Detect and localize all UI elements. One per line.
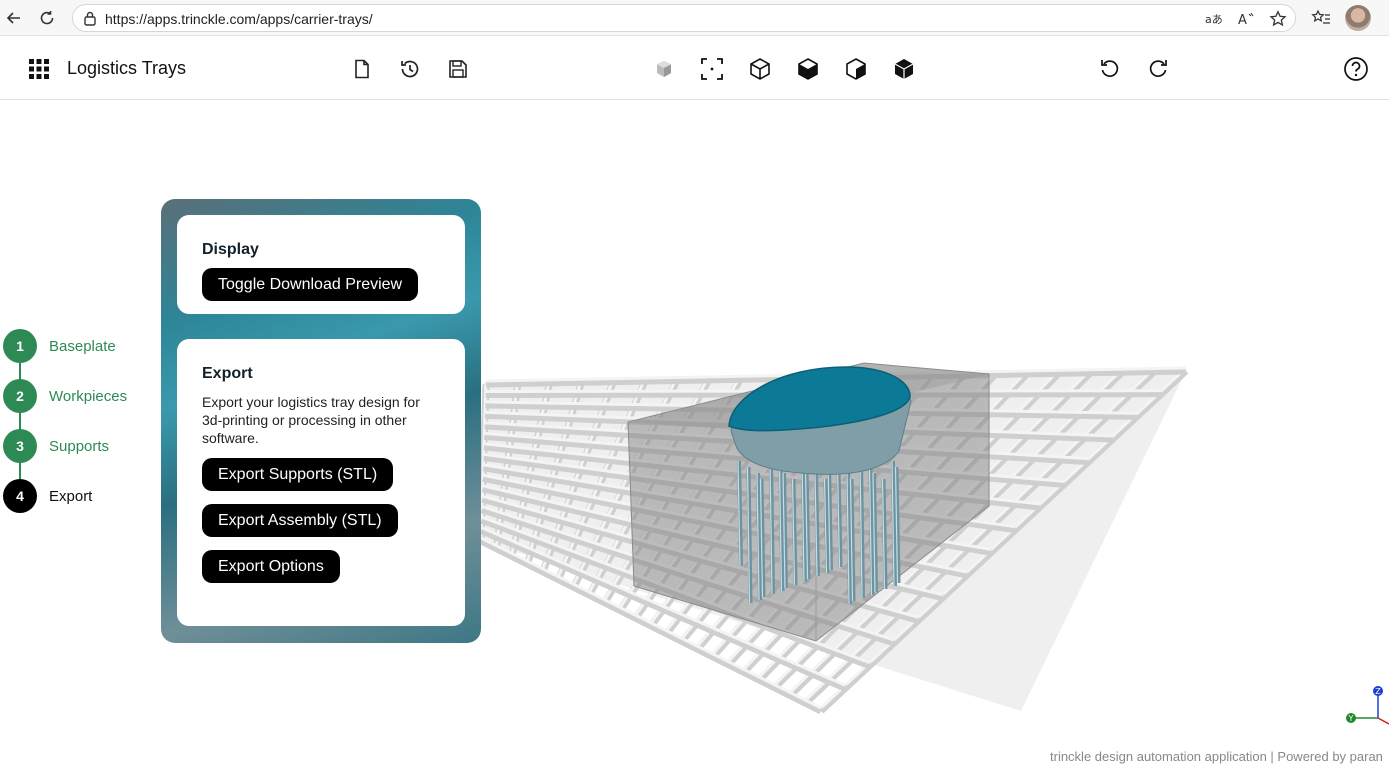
- cube-front-view-icon[interactable]: [794, 55, 822, 83]
- undo-icon[interactable]: [1096, 55, 1124, 83]
- export-supports-button[interactable]: Export Supports (STL): [202, 458, 394, 491]
- step-number: 3: [3, 429, 37, 463]
- step-number: 1: [3, 329, 37, 363]
- export-description: Export your logistics tray design for 3d…: [202, 394, 420, 446]
- address-bar[interactable]: https://apps.trinckle.com/apps/carrier-t…: [72, 4, 1296, 32]
- step-baseplate[interactable]: 1 Baseplate: [3, 329, 116, 363]
- url-text: https://apps.trinckle.com/apps/carrier-t…: [105, 11, 373, 27]
- lock-icon: [83, 11, 97, 31]
- cube-side-view-icon[interactable]: [842, 55, 870, 83]
- favorites-list-icon[interactable]: [1309, 6, 1333, 30]
- step-supports[interactable]: 3 Supports: [3, 429, 109, 463]
- back-icon[interactable]: [2, 6, 26, 30]
- footer-credit: trinckle design automation application |…: [1050, 749, 1383, 764]
- save-icon[interactable]: [444, 55, 472, 83]
- new-file-icon[interactable]: [348, 55, 376, 83]
- step-label: Baseplate: [49, 337, 116, 355]
- display-card-title: Display: [202, 241, 259, 258]
- refresh-icon[interactable]: [35, 6, 59, 30]
- step-label: Supports: [49, 437, 110, 455]
- step-number: 4: [3, 479, 37, 513]
- step-number: 2: [3, 379, 37, 413]
- step-label: Workpieces: [49, 387, 128, 405]
- display-card: Display Toggle Download Preview: [177, 215, 465, 314]
- read-aloud-icon[interactable]: A: [1235, 8, 1257, 30]
- export-card: Export Export your logistics tray design…: [177, 339, 465, 626]
- export-assembly-button[interactable]: Export Assembly (STL): [202, 504, 398, 537]
- export-panel: Display Toggle Download Preview Export E…: [161, 199, 481, 643]
- svg-text:A: A: [1238, 13, 1247, 26]
- translate-icon[interactable]: aあ: [1203, 8, 1225, 30]
- app-header: Logistics Trays: [0, 37, 1389, 100]
- z-axis-label: Z: [1375, 687, 1381, 696]
- step-export[interactable]: 4 Export: [3, 479, 92, 513]
- favorite-star-icon[interactable]: [1267, 8, 1289, 30]
- y-axis-label: Y: [1348, 714, 1354, 723]
- 3d-viewport[interactable]: [477, 101, 1389, 741]
- export-card-title: Export: [202, 365, 253, 382]
- browser-toolbar: https://apps.trinckle.com/apps/carrier-t…: [0, 0, 1389, 36]
- shaded-view-icon[interactable]: [650, 55, 678, 83]
- profile-avatar[interactable]: [1345, 5, 1371, 31]
- step-label: Export: [49, 487, 93, 505]
- help-icon[interactable]: [1342, 55, 1370, 83]
- page-title: Logistics Trays: [67, 58, 187, 78]
- redo-icon[interactable]: [1144, 55, 1172, 83]
- axis-gizmo: Z Y: [1346, 686, 1389, 725]
- fit-view-icon[interactable]: [698, 55, 726, 83]
- history-icon[interactable]: [396, 55, 424, 83]
- step-workpieces[interactable]: 2 Workpieces: [3, 379, 127, 413]
- cube-view-icon[interactable]: [746, 55, 774, 83]
- cube-top-view-icon[interactable]: [890, 55, 918, 83]
- tray-3d-scene[interactable]: [477, 101, 1389, 741]
- svg-text:aあ: aあ: [1205, 13, 1223, 26]
- toggle-download-preview-button[interactable]: Toggle Download Preview: [202, 268, 419, 301]
- apps-grid-icon[interactable]: [25, 55, 53, 83]
- export-options-button[interactable]: Export Options: [202, 550, 340, 583]
